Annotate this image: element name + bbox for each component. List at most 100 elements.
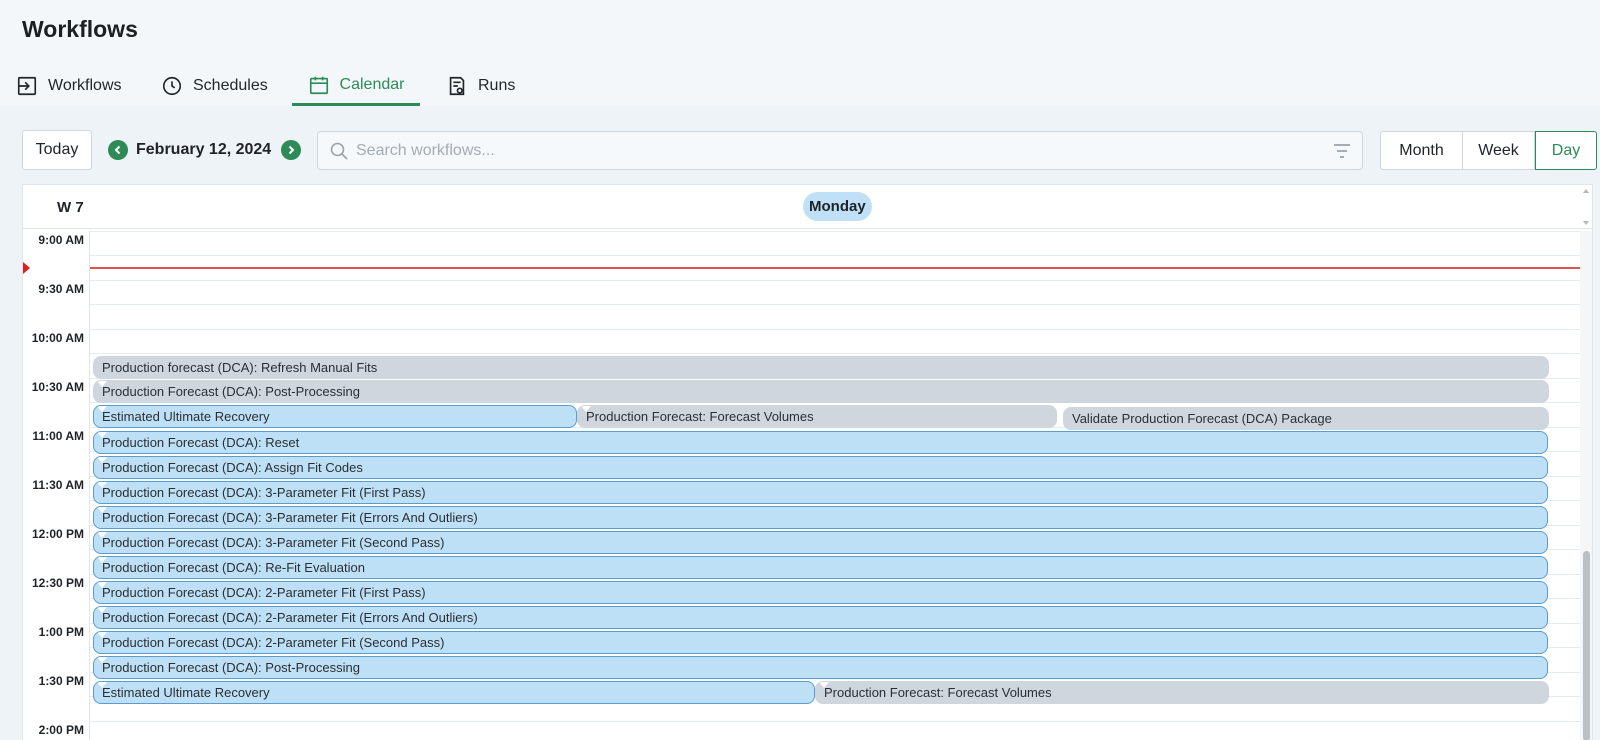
time-label: 2:00 PM: [38, 723, 84, 737]
current-time-line: [90, 267, 1592, 269]
tab-label: Workflows: [48, 77, 122, 94]
event-item[interactable]: Production Forecast (DCA): 3-Parameter F…: [93, 531, 1548, 554]
search-input[interactable]: [356, 136, 1296, 165]
tab-schedules[interactable]: Schedules: [161, 66, 268, 106]
event-item[interactable]: Production Forecast (DCA): 3-Parameter F…: [93, 506, 1548, 529]
grid-line: [90, 304, 1592, 305]
event-title: Production Forecast: Forecast Volumes: [824, 685, 1052, 700]
event-notch: [97, 406, 107, 412]
day-name-pill[interactable]: Monday: [803, 192, 872, 221]
day-calendar: W 7 Monday 9:00 AM 9:30 AM 10:00 AM 10:3…: [22, 184, 1593, 740]
search-box: [317, 131, 1363, 170]
today-button[interactable]: Today: [22, 130, 92, 170]
previous-day-button[interactable]: [108, 140, 128, 160]
tab-label: Calendar: [339, 75, 405, 93]
scrollbar-thumb[interactable]: [1583, 551, 1590, 740]
event-item[interactable]: Production Forecast: Forecast Volumes: [815, 681, 1549, 704]
day-view-button[interactable]: Day: [1535, 131, 1597, 170]
event-notch: [97, 582, 107, 588]
event-title: Production Forecast (DCA): 2-Parameter F…: [102, 585, 426, 600]
time-label: 1:00 PM: [38, 625, 84, 639]
tab-label: Schedules: [193, 77, 268, 94]
event-notch: [97, 507, 107, 513]
event-title: Production Forecast (DCA): Post-Processi…: [102, 660, 360, 675]
event-notch: [97, 482, 107, 488]
time-label: 9:00 AM: [38, 233, 84, 247]
tab-calendar[interactable]: Calendar: [292, 66, 420, 106]
event-title: Estimated Ultimate Recovery: [102, 685, 270, 700]
event-item[interactable]: Production Forecast (DCA): Re-Fit Evalua…: [93, 556, 1548, 579]
tab-runs[interactable]: Runs: [446, 66, 515, 106]
event-item[interactable]: Production Forecast (DCA): 2-Parameter F…: [93, 606, 1548, 629]
time-label: 11:30 AM: [32, 478, 84, 492]
week-view-button[interactable]: Week: [1463, 131, 1535, 170]
event-item[interactable]: Estimated Ultimate Recovery: [93, 681, 815, 704]
grid-line: [90, 721, 1592, 722]
event-notch: [97, 632, 107, 638]
event-title: Validate Production Forecast (DCA) Packa…: [1072, 411, 1332, 426]
month-view-button[interactable]: Month: [1380, 131, 1463, 170]
search-icon: [330, 142, 348, 160]
event-title: Production Forecast (DCA): Assign Fit Co…: [102, 460, 363, 475]
current-date: February 12, 2024: [136, 141, 272, 158]
view-switcher: Month Week Day: [1380, 131, 1597, 170]
time-label: 12:30 PM: [31, 576, 84, 590]
event-notch: [97, 432, 107, 438]
grid-line: [90, 231, 1592, 232]
time-label: 11:00 AM: [32, 429, 84, 443]
event-title: Estimated Ultimate Recovery: [102, 409, 270, 424]
event-item[interactable]: Production Forecast (DCA): Post-Processi…: [93, 380, 1549, 403]
week-number: W 7: [57, 199, 84, 216]
event-notch: [97, 657, 107, 663]
event-item[interactable]: Validate Production Forecast (DCA) Packa…: [1063, 407, 1549, 430]
event-title: Production Forecast (DCA): Reset: [102, 435, 300, 450]
event-item[interactable]: Estimated Ultimate Recovery: [93, 405, 577, 428]
time-label: 10:00 AM: [31, 331, 84, 345]
event-item[interactable]: Production Forecast (DCA): 2-Parameter F…: [93, 631, 1548, 654]
event-item[interactable]: Production forecast (DCA): Refresh Manua…: [93, 356, 1549, 379]
clock-icon: [162, 76, 182, 96]
chevron-right-icon: [288, 145, 295, 155]
grid-line: [90, 329, 1592, 330]
calendar-header: W 7 Monday: [23, 185, 1592, 229]
import-icon: [17, 76, 37, 96]
time-grid: 9:00 AM 9:30 AM 10:00 AM 10:30 AM 11:00 …: [23, 231, 1592, 740]
event-item[interactable]: Production Forecast: Forecast Volumes: [577, 405, 1057, 428]
tab-workflows[interactable]: Workflows: [16, 66, 122, 106]
event-title: Production forecast (DCA): Refresh Manua…: [102, 360, 378, 375]
chevron-left-icon: [114, 145, 121, 155]
event-notch: [97, 381, 107, 387]
event-title: Production Forecast (DCA): Re-Fit Evalua…: [102, 560, 365, 575]
calendar-toolbar: Today February 12, 2024 Month Week Day: [0, 130, 1600, 170]
event-item[interactable]: Production Forecast (DCA): Reset: [93, 431, 1548, 454]
event-title: Production Forecast (DCA): 3-Parameter F…: [102, 535, 445, 550]
event-title: Production Forecast (DCA): 2-Parameter F…: [102, 635, 445, 650]
event-notch: [97, 457, 107, 463]
event-item[interactable]: Production Forecast (DCA): 3-Parameter F…: [93, 481, 1548, 504]
event-title: Production Forecast (DCA): 3-Parameter F…: [102, 485, 426, 500]
scroll-arrows-icon[interactable]: [1582, 187, 1590, 227]
event-item[interactable]: Production Forecast (DCA): 2-Parameter F…: [93, 581, 1548, 604]
grid-line: [90, 255, 1592, 256]
event-notch: [819, 682, 829, 688]
time-label: 9:30 AM: [38, 282, 84, 296]
vertical-scrollbar[interactable]: [1580, 231, 1592, 740]
tab-label: Runs: [478, 77, 516, 94]
event-item[interactable]: Production Forecast (DCA): Assign Fit Co…: [93, 456, 1548, 479]
event-title: Production Forecast (DCA): 3-Parameter F…: [102, 510, 478, 525]
event-notch: [97, 682, 107, 688]
calendar-icon: [309, 76, 328, 94]
next-day-button[interactable]: [281, 140, 301, 160]
time-label: 12:00 PM: [31, 527, 84, 541]
event-notch: [97, 532, 107, 538]
grid-line: [90, 353, 1592, 354]
event-item[interactable]: Production Forecast (DCA): Post-Processi…: [93, 656, 1548, 679]
event-title: Production Forecast (DCA): 2-Parameter F…: [102, 610, 478, 625]
app-header: Workflows Workflows Schedules Calendar R…: [0, 0, 1600, 106]
event-title: Production Forecast: Forecast Volumes: [586, 409, 814, 424]
time-label: 10:30 AM: [31, 380, 84, 394]
grid-line: [90, 280, 1592, 281]
current-time-marker: [23, 262, 30, 274]
filter-icon[interactable]: [1332, 142, 1352, 160]
page-title: Workflows: [22, 16, 138, 42]
